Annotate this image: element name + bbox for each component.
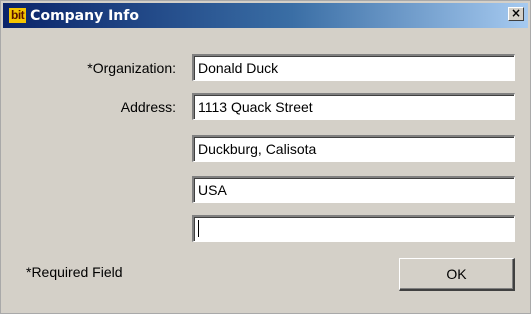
address-line2-field[interactable] bbox=[192, 135, 515, 162]
title-bar[interactable]: bit Company Info × bbox=[3, 3, 528, 28]
bit-logo-icon: bit bbox=[9, 8, 27, 23]
address-line3-field[interactable] bbox=[192, 176, 515, 203]
text-caret bbox=[198, 220, 199, 237]
window-title: Company Info bbox=[30, 7, 139, 24]
organization-field[interactable] bbox=[192, 54, 515, 81]
organization-label: *Organization: bbox=[87, 60, 176, 76]
company-info-dialog: bit Company Info × *Organization: Addres… bbox=[0, 0, 531, 314]
address-label: Address: bbox=[120, 99, 176, 115]
ok-button[interactable]: OK bbox=[399, 258, 515, 291]
required-field-note: *Required Field bbox=[26, 264, 123, 280]
address-line4-field[interactable] bbox=[192, 215, 515, 242]
close-icon[interactable]: × bbox=[508, 7, 524, 21]
address-line1-field[interactable] bbox=[192, 93, 515, 120]
